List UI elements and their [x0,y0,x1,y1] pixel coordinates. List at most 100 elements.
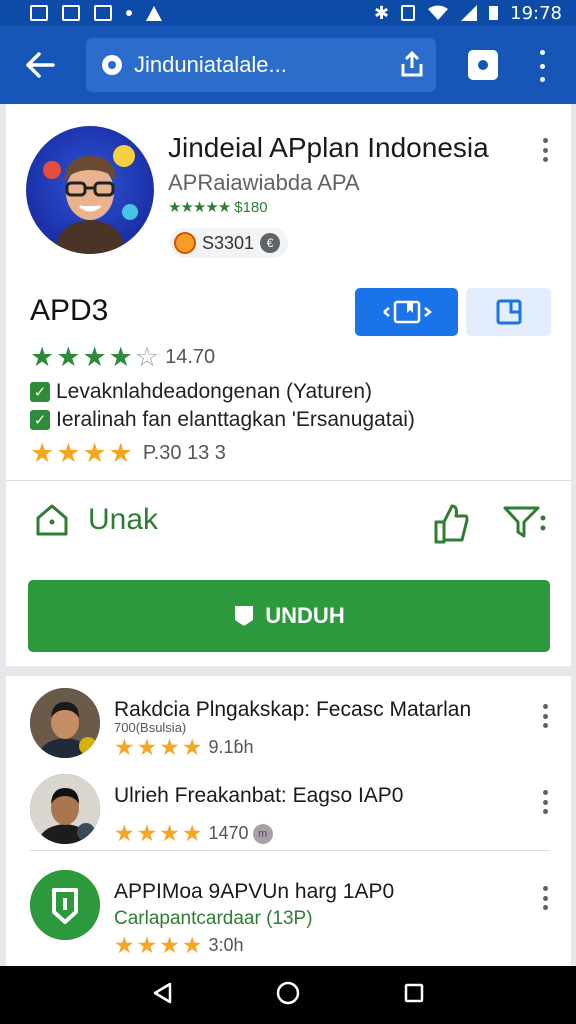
list-item-badge: m [252,823,273,844]
list-item-title: APPIMoa 9APVUn harg 1AP0 [114,880,395,903]
list-item-subtitle: Carlapantcardaar (13P) [114,908,313,929]
download-icon [235,606,254,626]
url-text: Jinduniatalale... [134,52,287,77]
list-item-rating-value: 3:0h [208,935,244,955]
star-icon: ★ [108,438,133,468]
tab-switcher-icon [478,60,488,70]
secondary-rating: ★ ★ ★ ★ P.30 13 3 [30,440,226,467]
feature-item: ✓ Ieralinah fan elanttagkan 'Ersanugatai… [30,408,415,432]
open-book-button[interactable] [355,288,458,336]
list-item-rating: ★ ★ ★ ★ 9.1ɓh [114,736,254,759]
star-icon: ★ [30,438,55,468]
star-icon: ★ [136,820,158,846]
app-title: Jindeial APplan Indonesia [168,132,489,163]
notification-dot-icon [126,10,132,16]
share-icon [401,50,423,77]
star-icon: ★ [181,734,203,760]
app-more-button[interactable] [540,138,550,162]
star-icon: ★ [114,932,135,958]
star-icon: ★ [114,820,135,846]
star-icon: ★ [181,932,203,958]
signal-icon [461,5,478,21]
book-icon [382,300,432,324]
feature-label: Ieralinah fan elanttagkan 'Ersanugatai) [56,408,415,431]
home-label: Unak [88,503,159,536]
avatar [30,870,100,940]
status-bar: ✱ 19:78 [0,0,576,26]
vibrate-icon [401,5,416,21]
home-icon [36,504,68,536]
feature-item: ✓ Levaknlahdeadongenan (Yaturen) [30,380,372,404]
list-item[interactable]: APPIMoa 9APVUn harg 1AP0 Carlapantcardaa… [6,862,571,957]
section-title: APD3 [30,294,109,327]
list-item-rating-value: 1470 [208,823,249,843]
currency-icon: € [260,233,281,253]
rating-value: 14.70 [165,346,216,368]
nav-back-button[interactable] [151,981,173,1010]
star-icon: ★ [30,342,55,372]
list-item[interactable]: Ulrieh Freakanbat: Eagso IAP0 ★ ★ ★ ★ 14… [6,766,571,852]
star-icon: ★ [159,820,180,846]
browser-toolbar: Jinduniatalale... [0,26,576,104]
chip-value: S3301 [202,232,255,253]
clock: 19:78 [510,2,562,24]
list-item-more-button[interactable] [540,790,550,814]
star-icon: ★ [159,932,180,958]
back-button[interactable] [14,39,66,91]
battery-icon [489,6,499,20]
thumbs-up-button[interactable] [432,502,470,549]
star-icon: ★ [159,734,180,760]
star-icon: ★ [108,342,133,372]
section-rating: ★ ★ ★ ★ ☆ 14.70 [30,344,215,371]
download-button[interactable]: UNDUH [28,580,550,652]
price-chip[interactable]: S3301 € [170,228,289,258]
address-bar[interactable]: Jinduniatalale... [86,38,436,92]
person-avatar-icon [30,774,100,844]
avatar [30,688,100,758]
rating-stars-icon: ★★★★★ [168,199,231,216]
divider [6,480,571,481]
image-notification-icon [62,5,80,21]
edit-notification-icon [94,5,112,21]
list-item-rating: ★ ★ ★ ★ 1470 m [114,822,273,845]
related-apps-card: Rakdcia Plngakskap: Fecasc Matarlan 700(… [6,676,571,966]
wifi-icon [428,5,449,20]
overflow-menu-button[interactable] [530,50,554,82]
list-item-rating-value: 9.1ɓh [208,737,254,757]
secondary-rating-text: P.30 13 3 [142,442,226,464]
feature-label: Levaknlahdeadongenan (Yaturen) [56,380,373,403]
app-icon [26,126,154,254]
home-link[interactable]: Unak [34,502,158,538]
star-icon: ★ [82,342,107,372]
star-icon: ★ [56,438,81,468]
filter-icon [503,506,546,538]
nav-recents-button[interactable] [403,982,425,1009]
warning-icon [146,5,162,21]
rating-text: $180 [234,198,268,216]
person-avatar-icon [30,688,100,758]
star-icon: ★ [114,734,135,760]
save-button[interactable] [466,288,551,336]
coin-icon [174,232,196,254]
square-recents-icon [404,983,424,1002]
star-icon: ★ [181,820,203,846]
thumbs-up-icon [434,504,469,544]
list-item-more-button[interactable] [540,704,550,728]
checkmark-icon: ✓ [30,410,50,430]
list-item-more-button[interactable] [540,886,550,910]
list-item-title: Ulrieh Freakanbat: Eagso IAP0 [114,784,404,807]
tab-switcher-button[interactable] [468,50,498,80]
star-icon: ★ [56,342,81,372]
gallery-notification-icon [30,5,48,21]
arrow-left-icon [26,52,55,78]
filter-button[interactable] [502,504,548,545]
share-button[interactable] [400,50,424,83]
star-outline-icon: ☆ [134,342,160,372]
system-navigation-bar [0,966,576,1024]
list-item[interactable]: Rakdcia Plngakskap: Fecasc Matarlan 700(… [6,680,571,766]
avatar [30,774,100,844]
nav-home-button[interactable] [275,980,301,1011]
triangle-back-icon [153,982,172,1003]
list-item-subtitle: 700(Bsulsia) [114,720,187,735]
app-developer[interactable]: APRaiawiabda APA [168,170,360,196]
